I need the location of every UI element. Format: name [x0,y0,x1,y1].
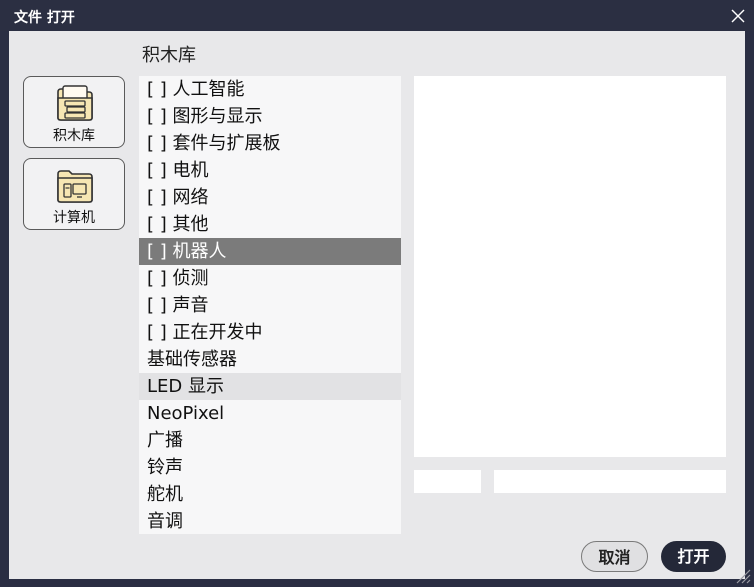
list-item[interactable]: [ ] 正在开发中 [139,319,401,346]
close-icon[interactable] [730,8,746,24]
list-item[interactable]: [ ] 声音 [139,292,401,319]
list-item[interactable]: [ ] 电机 [139,157,401,184]
place-computer-label: 计算机 [53,210,95,226]
file-name-field[interactable] [494,470,726,493]
place-computer[interactable]: 计算机 [23,158,125,230]
list-item[interactable]: 广播 [139,427,401,454]
place-library[interactable]: 积木库 [23,76,125,148]
list-item[interactable]: [ ] 图形与显示 [139,103,401,130]
current-folder-label: 积木库 [142,45,196,66]
file-info-field [414,470,481,493]
list-item[interactable]: 铃声 [139,454,401,481]
library-icon [57,85,93,121]
computer-icon [57,170,93,203]
file-open-dialog: 文件 打开 积木库 积木库 计算机 [] 人工智能 [] 图形与显示 []… [0,0,754,587]
list-item[interactable]: LED 显示 [139,373,401,400]
file-list[interactable]: [ ] 人工智能 [ ] 图形与显示 [ ] 套件与扩展板 [ ] 电机 [ ]… [139,76,401,534]
list-item[interactable]: [ ] 套件与扩展板 [139,130,401,157]
list-item[interactable]: [ ] 其他 [139,211,401,238]
cancel-button[interactable]: 取消 [581,541,648,572]
list-item[interactable]: 基础传感器 [139,346,401,373]
place-library-label: 积木库 [53,128,95,144]
list-item[interactable]: [ ] 机器人 [139,238,401,265]
list-item[interactable]: [ ] 网络 [139,184,401,211]
resize-grip-icon[interactable] [735,568,751,584]
list-item[interactable]: [ ] 人工智能 [139,76,401,103]
list-item[interactable]: [ ] 侦测 [139,265,401,292]
preview-pane [414,76,726,457]
list-item[interactable]: NeoPixel [139,400,401,427]
title-bar[interactable]: 文件 打开 [0,0,754,31]
list-item[interactable]: 舵机 [139,481,401,508]
dialog-title: 文件 打开 [14,10,75,26]
dialog-body: 积木库 积木库 计算机 [] 人工智能 [] 图形与显示 [] 套件与扩展… [9,31,745,579]
places-sidebar: 积木库 计算机 [23,76,125,240]
open-button[interactable]: 打开 [661,541,726,572]
list-item[interactable]: 音调 [139,508,401,534]
